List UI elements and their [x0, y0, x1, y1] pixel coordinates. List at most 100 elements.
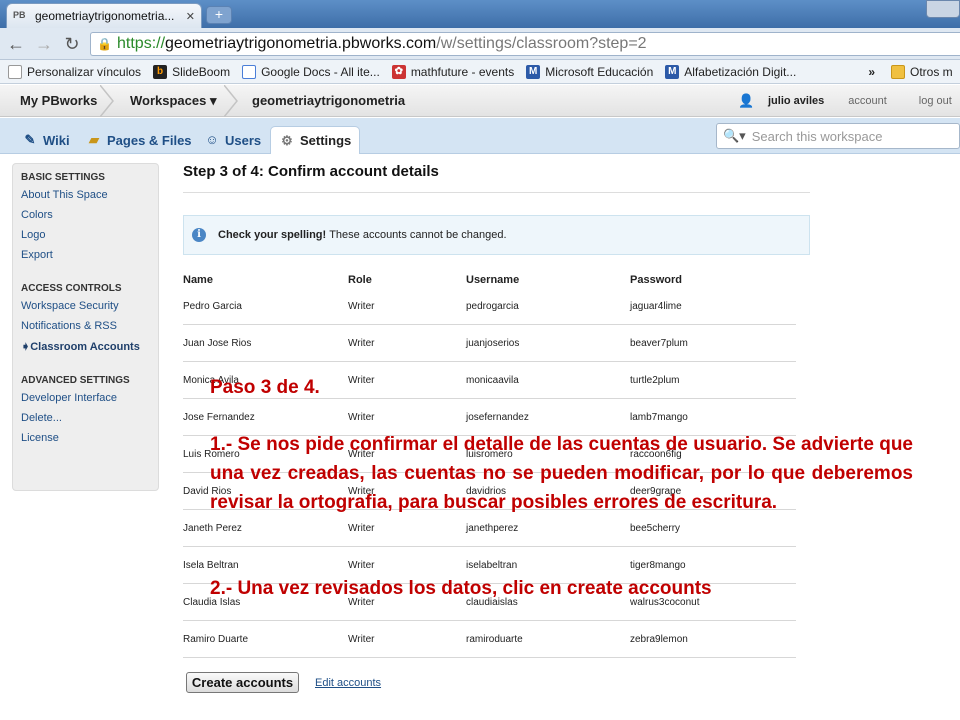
- bookmark-item[interactable]: Google Docs - All ite...: [242, 64, 380, 79]
- bookmark-item[interactable]: Personalizar vínculos: [8, 64, 141, 79]
- cell-username: ramiroduarte: [466, 634, 523, 645]
- sidebar-item-logo[interactable]: Logo: [21, 229, 150, 241]
- table-row: Juan Jose Rios Writer juanjoserios beaver7p…: [183, 325, 796, 362]
- bookmark-item[interactable]: ✿ mathfuture - events: [391, 64, 514, 79]
- cell-role: Writer: [348, 560, 375, 571]
- cell-role: Writer: [348, 301, 375, 312]
- table-row: Pedro Garcia Writer pedrogarcia jaguar4lime: [183, 288, 796, 325]
- sidebar-item-classroom-accounts[interactable]: ➧Classroom Accounts: [21, 340, 150, 353]
- info-icon: i: [192, 228, 206, 242]
- cell-role: Writer: [348, 338, 375, 349]
- new-tab-button[interactable]: +: [206, 6, 232, 24]
- cell-name: Ramiro Duarte: [183, 634, 249, 645]
- docs-icon: [242, 64, 257, 79]
- table-row: Ramiro Duarte Writer ramiroduarte zebra9lem…: [183, 621, 796, 658]
- back-arrow-icon[interactable]: ←: [5, 33, 27, 55]
- folder-icon: [891, 64, 905, 79]
- section-advanced-settings: ADVANCED SETTINGS: [21, 375, 130, 386]
- cell-name: Pedro Garcia: [183, 301, 242, 312]
- bookmark-item[interactable]: M Alfabetización Digit...: [665, 64, 796, 79]
- url-path: /w/settings/classroom?step=2: [436, 35, 647, 52]
- sidebar-item-export[interactable]: Export: [21, 249, 150, 261]
- cell-name: Isela Beltran: [183, 560, 239, 571]
- search-placeholder: Search this workspace: [751, 128, 883, 144]
- workspace-name[interactable]: geometriaytrigonometria: [252, 85, 405, 117]
- tab-pages-files[interactable]: ▰ Pages & Files: [78, 126, 200, 154]
- chevron-down-icon: ▾: [209, 93, 217, 108]
- lock-icon: 🔒: [97, 37, 112, 51]
- close-tab-icon[interactable]: ✕: [186, 10, 195, 23]
- cell-role: Writer: [348, 523, 375, 534]
- other-bookmarks[interactable]: Otros m: [891, 64, 953, 79]
- pbworks-header: My PBworks Workspaces ▾ geometriaytrigon…: [0, 85, 960, 117]
- address-bar[interactable]: 🔒 https://geometriaytrigonometria.pbwork…: [90, 32, 960, 56]
- cell-password: lamb7mango: [630, 412, 688, 423]
- user-icon: ☺: [205, 132, 219, 147]
- tab-settings[interactable]: ⚙ Settings: [270, 126, 361, 154]
- sidebar-item-developer[interactable]: Developer Interface: [21, 392, 150, 404]
- cell-username: iselabeltran: [466, 560, 518, 571]
- cell-role: Writer: [348, 375, 375, 386]
- bookmarks-overflow-icon[interactable]: »: [868, 65, 875, 79]
- tab-users[interactable]: ☺ Users: [196, 126, 269, 154]
- sidebar-item-workspace-security[interactable]: Workspace Security: [21, 300, 150, 312]
- cell-username: janethperez: [466, 523, 519, 534]
- annotation-paragraph-1: 1.- Se nos pide confirmar el detalle de …: [210, 434, 913, 513]
- window-controls[interactable]: [926, 0, 960, 18]
- sidebar-item-notifications[interactable]: Notifications & RSS: [21, 320, 150, 332]
- cell-name: Jose Fernandez: [183, 412, 255, 423]
- search-icon: 🔍▾: [723, 128, 746, 143]
- sidebar-item-colors[interactable]: Colors: [21, 209, 150, 221]
- breadcrumb-separator: [224, 85, 238, 117]
- user-name[interactable]: julio aviles: [768, 95, 824, 107]
- tab-title: geometriaytrigonometria...: [35, 9, 175, 23]
- forward-arrow-icon[interactable]: →: [33, 33, 55, 55]
- user-menu: 👤 julio aviles account log out: [738, 85, 952, 117]
- cell-name: Juan Jose Rios: [183, 338, 252, 349]
- user-icon: 👤: [738, 93, 755, 108]
- cell-password: beaver7plum: [630, 338, 688, 349]
- account-link[interactable]: account: [848, 95, 887, 107]
- cell-role: Writer: [348, 412, 375, 423]
- url-host: geometriaytrigonometria.pbworks.com: [165, 35, 437, 52]
- url-scheme: https://: [117, 35, 166, 52]
- create-accounts-button[interactable]: Create accounts: [186, 672, 299, 693]
- cell-password: turtle2plum: [630, 375, 680, 386]
- my-pbworks-link[interactable]: My PBworks: [20, 85, 97, 117]
- tab-wiki[interactable]: ✎ Wiki: [14, 126, 78, 154]
- workspaces-menu[interactable]: Workspaces ▾: [130, 85, 217, 117]
- sidebar-item-delete[interactable]: Delete...: [21, 412, 150, 424]
- breadcrumb-separator: [100, 85, 114, 117]
- browser-tab[interactable]: PB geometriaytrigonometria... ✕: [6, 3, 202, 28]
- bookmarks-bar: Personalizar vínculos b SlideBoom Google …: [0, 60, 960, 84]
- notice-text: These accounts cannot be changed.: [329, 229, 507, 241]
- cell-password: zebra9lemon: [630, 634, 688, 645]
- search-input[interactable]: 🔍▾ Search this workspace: [716, 123, 960, 149]
- settings-sidebar: BASIC SETTINGS About This Space Colors L…: [12, 163, 159, 491]
- annotation-paragraph-2: 2.- Una vez revisados los datos, clic en…: [210, 578, 712, 599]
- sidebar-item-about[interactable]: About This Space: [21, 189, 150, 201]
- edit-accounts-link[interactable]: Edit accounts: [315, 677, 381, 689]
- spelling-notice: i Check your spelling! These accounts ca…: [183, 215, 810, 255]
- logout-link[interactable]: log out: [919, 95, 952, 107]
- arrow-right-icon: ➧: [21, 341, 31, 353]
- bookmark-item[interactable]: b SlideBoom: [153, 64, 230, 79]
- ms-icon: M: [526, 64, 541, 79]
- cell-name: Janeth Perez: [183, 523, 242, 534]
- divider: [183, 192, 810, 193]
- cell-password: jaguar4lime: [630, 301, 682, 312]
- folder-icon: ▰: [89, 132, 99, 147]
- column-header-username: Username: [466, 274, 520, 286]
- plant-icon: ✿: [391, 64, 406, 79]
- section-access-controls: ACCESS CONTROLS: [21, 283, 122, 294]
- column-header-role: Role: [348, 274, 372, 286]
- page-icon: [8, 64, 22, 79]
- cell-username: josefernandez: [466, 412, 529, 423]
- cell-username: monicaavila: [466, 375, 519, 386]
- sidebar-item-license[interactable]: License: [21, 432, 150, 444]
- reload-icon[interactable]: ↻: [61, 33, 83, 55]
- bookmark-item[interactable]: M Microsoft Educación: [526, 64, 653, 79]
- notice-bold: Check your spelling!: [218, 229, 327, 241]
- cell-username: juanjoserios: [466, 338, 520, 349]
- cell-password: bee5cherry: [630, 523, 681, 534]
